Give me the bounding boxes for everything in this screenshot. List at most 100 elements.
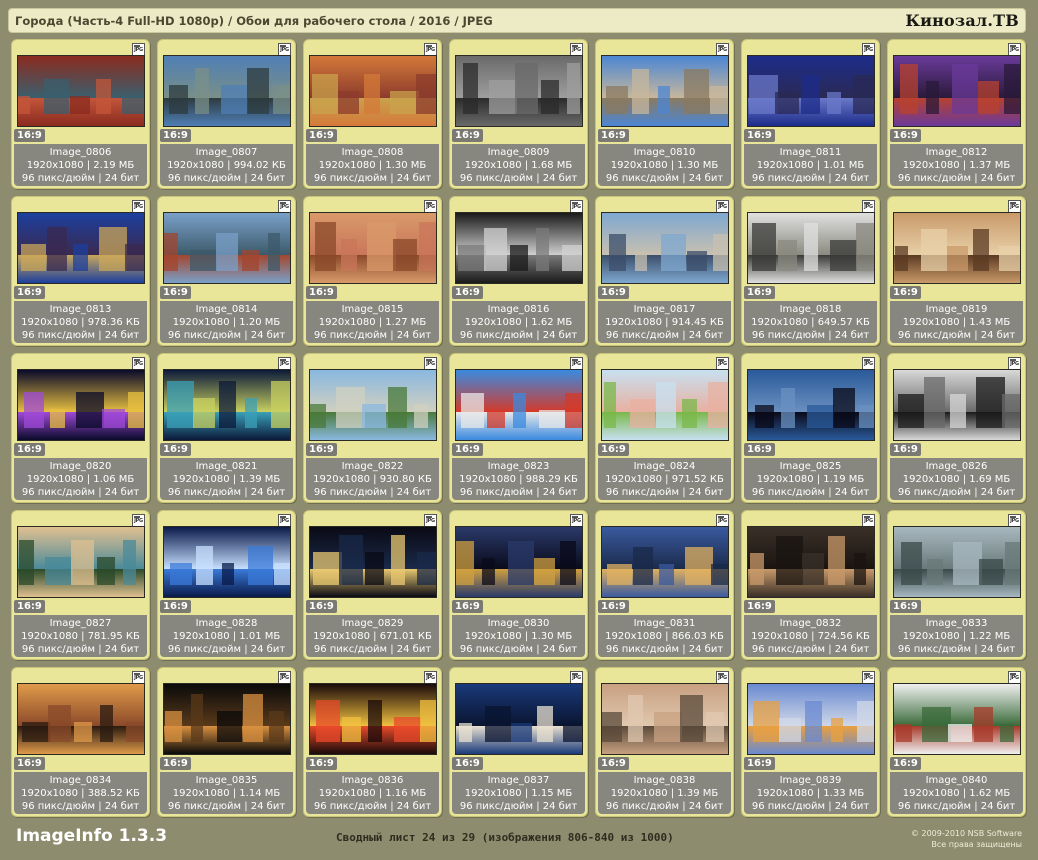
- aspect-ratio-badge: 16:9: [14, 600, 45, 613]
- thumbnail-card[interactable]: JPG 16:9 Image_0834 1920x1080 | 388.52 КБ 96…: [11, 667, 150, 817]
- aspect-ratio-badge: 16:9: [160, 129, 191, 142]
- thumbnail-image[interactable]: [601, 369, 729, 441]
- image-resolution-depth: 96 пикс/дюйм | 24 бит: [897, 330, 1016, 341]
- thumbnail-card[interactable]: JPG 16:9 Image_0820 1920x1080 | 1.06 МБ 96 п…: [11, 353, 150, 503]
- thumbnail-card[interactable]: JPG 16:9 Image_0836 1920x1080 | 1.16 МБ 96 п…: [303, 667, 442, 817]
- thumbnail-image[interactable]: [17, 369, 145, 441]
- thumbnail-card[interactable]: JPG 16:9 Image_0814 1920x1080 | 1.20 МБ 96 п…: [157, 196, 296, 346]
- thumbnail-image[interactable]: [747, 55, 875, 127]
- thumbnail-card[interactable]: JPG 16:9 Image_0807 1920x1080 | 994.02 КБ 96…: [157, 39, 296, 189]
- thumbnail-image[interactable]: [747, 526, 875, 598]
- image-dimensions-size: 1920x1080 | 1.06 МБ: [26, 474, 135, 485]
- aspect-ratio-badge: 16:9: [160, 757, 191, 770]
- thumbnail-card[interactable]: JPG 16:9 Image_0822 1920x1080 | 930.80 КБ 96…: [303, 353, 442, 503]
- image-info-panel: Image_0839 1920x1080 | 1.33 МБ 96 пикс/дюй…: [744, 772, 877, 814]
- thumbnail-image[interactable]: [455, 212, 583, 284]
- thumbnail-image[interactable]: [601, 683, 729, 755]
- thumbnail-image[interactable]: [163, 526, 291, 598]
- thumbnail-card[interactable]: JPG 16:9 Image_0806 1920x1080 | 2.19 МБ 96 п…: [11, 39, 150, 189]
- thumbnail-image[interactable]: [747, 369, 875, 441]
- thumbnail-image[interactable]: [309, 212, 437, 284]
- image-name: Image_0832: [779, 618, 842, 629]
- aspect-ratio-badge: 16:9: [160, 286, 191, 299]
- image-dimensions-size: 1920x1080 | 671.01 КБ: [313, 631, 432, 642]
- thumbnail-card[interactable]: JPG 16:9 Image_0835 1920x1080 | 1.14 МБ 96 п…: [157, 667, 296, 817]
- thumbnail-image[interactable]: [17, 212, 145, 284]
- thumbnail-card[interactable]: JPG 16:9 Image_0828 1920x1080 | 1.01 МБ 96 п…: [157, 510, 296, 660]
- thumbnail-card[interactable]: JPG 16:9 Image_0817 1920x1080 | 914.45 КБ 96…: [595, 196, 734, 346]
- thumbnail-image[interactable]: [309, 369, 437, 441]
- thumbnail-card[interactable]: JPG 16:9 Image_0816 1920x1080 | 1.62 МБ 96 п…: [449, 196, 588, 346]
- thumbnail-image[interactable]: [163, 683, 291, 755]
- thumbnail-card[interactable]: JPG 16:9 Image_0825 1920x1080 | 1.19 МБ 96 п…: [741, 353, 880, 503]
- thumbnail-card[interactable]: JPG 16:9 Image_0838 1920x1080 | 1.39 МБ 96 п…: [595, 667, 734, 817]
- thumbnail-image[interactable]: [17, 55, 145, 127]
- thumbnail-card[interactable]: JPG 16:9 Image_0812 1920x1080 | 1.37 МБ 96 п…: [887, 39, 1026, 189]
- thumbnail-image[interactable]: [455, 683, 583, 755]
- thumbnail-card[interactable]: JPG 16:9 Image_0818 1920x1080 | 649.57 КБ 96…: [741, 196, 880, 346]
- thumbnail-image[interactable]: [455, 369, 583, 441]
- thumbnail-card[interactable]: JPG 16:9 Image_0809 1920x1080 | 1.68 МБ 96 п…: [449, 39, 588, 189]
- image-name: Image_0806: [49, 147, 112, 158]
- image-resolution-depth: 96 пикс/дюйм | 24 бит: [21, 487, 140, 498]
- thumbnail-card[interactable]: JPG 16:9 Image_0826 1920x1080 | 1.69 МБ 96 п…: [887, 353, 1026, 503]
- thumbnail-card[interactable]: JPG 16:9 Image_0810 1920x1080 | 1.30 МБ 96 п…: [595, 39, 734, 189]
- thumbnail-image[interactable]: [893, 212, 1021, 284]
- thumbnail-image[interactable]: [455, 526, 583, 598]
- thumbnail-card[interactable]: JPG 16:9 Image_0832 1920x1080 | 724.56 КБ 96…: [741, 510, 880, 660]
- image-name: Image_0823: [487, 461, 550, 472]
- image-info-panel: Image_0812 1920x1080 | 1.37 МБ 96 пикс/дюй…: [890, 144, 1023, 186]
- image-name: Image_0829: [341, 618, 404, 629]
- thumbnail-card[interactable]: JPG 16:9 Image_0830 1920x1080 | 1.30 МБ 96 п…: [449, 510, 588, 660]
- thumbnail-image[interactable]: [893, 526, 1021, 598]
- image-resolution-depth: 96 пикс/дюйм | 24 бит: [459, 487, 578, 498]
- thumbnail-card[interactable]: JPG 16:9 Image_0837 1920x1080 | 1.15 МБ 96 п…: [449, 667, 588, 817]
- image-name: Image_0809: [487, 147, 550, 158]
- thumbnail-card[interactable]: JPG 16:9 Image_0815 1920x1080 | 1.27 МБ 96 п…: [303, 196, 442, 346]
- thumbnail-card[interactable]: JPG 16:9 Image_0821 1920x1080 | 1.39 МБ 96 п…: [157, 353, 296, 503]
- image-resolution-depth: 96 пикс/дюйм | 24 бит: [459, 173, 578, 184]
- thumbnail-image[interactable]: [163, 212, 291, 284]
- thumbnail-image[interactable]: [163, 55, 291, 127]
- thumbnail-card[interactable]: JPG 16:9 Image_0839 1920x1080 | 1.33 МБ 96 п…: [741, 667, 880, 817]
- thumbnail-image[interactable]: [17, 526, 145, 598]
- thumbnail-image[interactable]: [893, 369, 1021, 441]
- thumbnail-card[interactable]: JPG 16:9 Image_0824 1920x1080 | 971.52 КБ 96…: [595, 353, 734, 503]
- thumbnail-card[interactable]: JPG 16:9 Image_0827 1920x1080 | 781.95 КБ 96…: [11, 510, 150, 660]
- image-info-panel: Image_0813 1920x1080 | 978.36 КБ 96 пикс/д…: [14, 301, 147, 343]
- thumbnail-image[interactable]: [893, 683, 1021, 755]
- thumbnail-image[interactable]: [455, 55, 583, 127]
- thumbnail-card[interactable]: JPG 16:9 Image_0829 1920x1080 | 671.01 КБ 96…: [303, 510, 442, 660]
- thumbnail-card[interactable]: JPG 16:9 Image_0823 1920x1080 | 988.29 КБ 96…: [449, 353, 588, 503]
- image-name: Image_0824: [633, 461, 696, 472]
- thumbnail-card[interactable]: JPG 16:9 Image_0808 1920x1080 | 1.30 МБ 96 п…: [303, 39, 442, 189]
- title-bar: Города (Часть-4 Full-HD 1080p) / Обои дл…: [8, 8, 1026, 33]
- thumbnail-card[interactable]: JPG 16:9 Image_0813 1920x1080 | 978.36 КБ 96…: [11, 196, 150, 346]
- thumbnail-image[interactable]: [17, 683, 145, 755]
- thumbnail-image[interactable]: [309, 683, 437, 755]
- image-name: Image_0837: [487, 775, 550, 786]
- image-name: Image_0834: [49, 775, 112, 786]
- image-info-panel: Image_0822 1920x1080 | 930.80 КБ 96 пикс/д…: [306, 458, 439, 500]
- thumbnail-card[interactable]: JPG 16:9 Image_0811 1920x1080 | 1.01 МБ 96 п…: [741, 39, 880, 189]
- image-info-panel: Image_0831 1920x1080 | 866.03 КБ 96 пикс/д…: [598, 615, 731, 657]
- thumbnail-card[interactable]: JPG 16:9 Image_0831 1920x1080 | 866.03 КБ 96…: [595, 510, 734, 660]
- image-dimensions-size: 1920x1080 | 1.62 МБ: [902, 788, 1011, 799]
- thumbnail-image[interactable]: [747, 212, 875, 284]
- image-name: Image_0839: [779, 775, 842, 786]
- thumbnail-card[interactable]: JPG 16:9 Image_0840 1920x1080 | 1.62 МБ 96 п…: [887, 667, 1026, 817]
- aspect-ratio-badge: 16:9: [890, 129, 921, 142]
- thumbnail-image[interactable]: [601, 212, 729, 284]
- thumbnail-image[interactable]: [309, 526, 437, 598]
- thumbnail-image[interactable]: [309, 55, 437, 127]
- thumbnail-image[interactable]: [747, 683, 875, 755]
- thumbnail-image[interactable]: [893, 55, 1021, 127]
- thumbnail-card[interactable]: JPG 16:9 Image_0833 1920x1080 | 1.22 МБ 96 п…: [887, 510, 1026, 660]
- image-dimensions-size: 1920x1080 | 1.27 МБ: [318, 317, 427, 328]
- image-info-panel: Image_0809 1920x1080 | 1.68 МБ 96 пикс/дюй…: [452, 144, 585, 186]
- thumbnail-image[interactable]: [601, 526, 729, 598]
- thumbnail-card[interactable]: JPG 16:9 Image_0819 1920x1080 | 1.43 МБ 96 п…: [887, 196, 1026, 346]
- thumbnail-image[interactable]: [163, 369, 291, 441]
- thumbnail-image[interactable]: [601, 55, 729, 127]
- image-dimensions-size: 1920x1080 | 1.01 МБ: [756, 160, 865, 171]
